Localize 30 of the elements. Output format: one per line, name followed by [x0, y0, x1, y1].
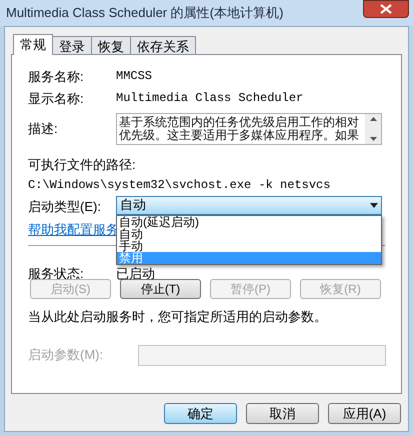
- up-arrow-icon[interactable]: [370, 117, 376, 121]
- tab[interactable]: 常规: [13, 34, 53, 55]
- dropdown-option[interactable]: 自动(延迟启动): [117, 216, 381, 228]
- field-label: 可执行文件的路径:: [28, 156, 137, 174]
- field-label: 描述:: [28, 120, 59, 138]
- field-label: 启动类型(E):: [28, 198, 102, 216]
- dialog-button[interactable]: 确定: [164, 403, 237, 424]
- window-title: Multimedia Class Scheduler 的属性(本地计算机): [6, 4, 284, 22]
- dialog-button[interactable]: 取消: [246, 403, 319, 424]
- field-value: MMCSS: [116, 68, 152, 85]
- scrollbar[interactable]: [365, 114, 381, 144]
- dropdown-option[interactable]: 手动: [117, 240, 381, 252]
- down-arrow-icon[interactable]: [370, 137, 376, 141]
- tab[interactable]: 恢复: [91, 36, 131, 54]
- close-button[interactable]: [363, 0, 409, 18]
- tab[interactable]: 登录: [52, 36, 92, 54]
- help-link[interactable]: 帮助我配置服务: [28, 220, 119, 239]
- dropdown-option[interactable]: 自动: [117, 228, 381, 240]
- field-value: Multimedia Class Scheduler: [116, 90, 304, 107]
- path-text: C:\Windows\system32\svchost.exe -k netsvcs: [28, 176, 332, 194]
- tab[interactable]: 依存关系: [130, 36, 196, 54]
- field-label: 显示名称:: [28, 90, 85, 108]
- field-label: 服务名称:: [28, 68, 85, 86]
- field-label: 启动参数(M):: [28, 346, 104, 364]
- dropdown-arrow-icon: [370, 202, 378, 208]
- note-text: 当从此处启动服务时，您可指定所适用的启动参数。: [28, 308, 328, 326]
- close-icon: [380, 4, 392, 14]
- startup-type-dropdown[interactable]: 自动: [116, 196, 382, 214]
- service-button[interactable]: 停止(T): [120, 279, 201, 299]
- dialog-button[interactable]: 应用(A): [328, 403, 401, 424]
